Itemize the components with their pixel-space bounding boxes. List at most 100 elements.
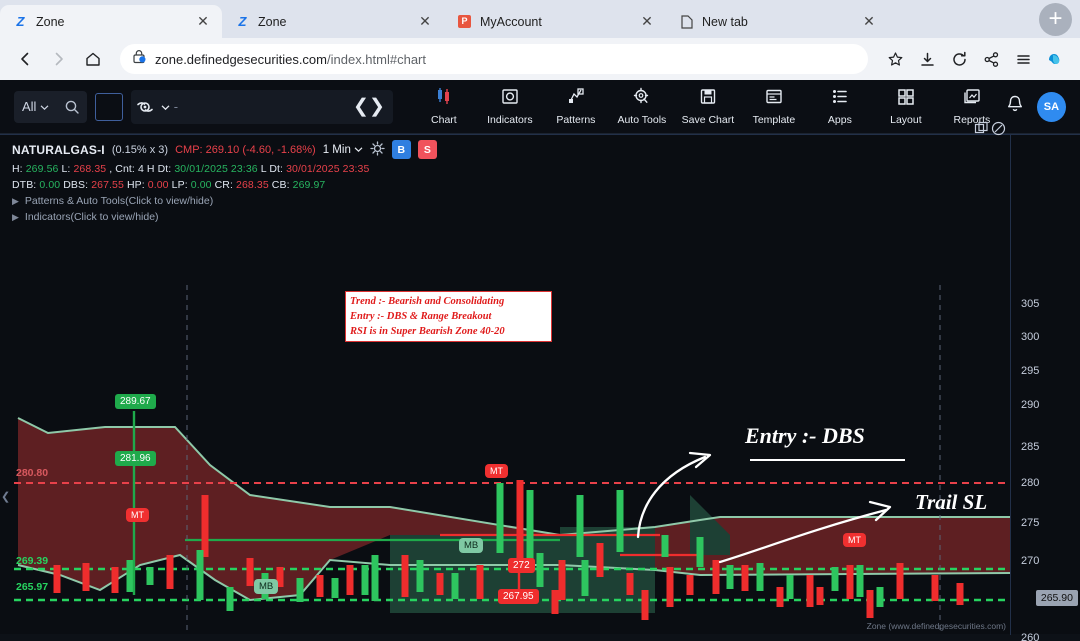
note-line-1: Trend :- Bearish and Consolidating (350, 296, 505, 307)
price-tick: 285 (1021, 441, 1040, 453)
hp-value: 0.00 (147, 179, 169, 191)
price-axis[interactable]: 305 300 295 290 285 280 275 270 265.90 2… (1010, 135, 1080, 641)
marker-mb-2: MB (459, 538, 484, 553)
close-icon[interactable]: ✕ (860, 13, 878, 31)
filter-label: All (22, 99, 37, 114)
chevron-right-icon: ▶ (12, 211, 19, 222)
z-logo-icon: Z (238, 14, 247, 29)
price-tick: 275 (1021, 517, 1040, 529)
buy-button[interactable]: B (391, 140, 411, 159)
star-icon[interactable] (880, 44, 910, 74)
marker-mb-1: MB (254, 579, 279, 594)
timeframe-dropdown[interactable]: 1 Min (323, 144, 363, 156)
dbs-value: 267.55 (91, 179, 124, 191)
collapse-panel-handle[interactable]: ❮ (1, 490, 10, 503)
chart-settings-icon[interactable] (370, 140, 385, 159)
chart-info-row-ohlc: H: 269.56 L: 268.35 , Cnt: 4 H Dt: 30/01… (12, 163, 370, 175)
chevron-right-icon: ▶ (12, 195, 19, 206)
patterns-toggle[interactable]: ▶ Patterns & Auto Tools(Click to view/hi… (12, 195, 1010, 207)
watermark: Zone (www.definedgesecurities.com) (866, 621, 1006, 631)
back-icon[interactable] (10, 44, 40, 74)
toolbar-item-layout[interactable]: Layout (873, 87, 939, 126)
price-tag-26795: 267.95 (498, 589, 539, 604)
filter-dropdown[interactable]: All (14, 91, 57, 123)
apps-icon (830, 87, 850, 111)
copilot-icon[interactable] (1040, 44, 1070, 74)
close-icon[interactable]: ✕ (638, 13, 656, 31)
low-datetime: 30/01/2025 23:35 (286, 163, 370, 175)
cr-value: 268.35 (236, 179, 269, 191)
reset-icon[interactable] (991, 121, 1006, 141)
toolbar-item-label: Auto Tools (617, 114, 667, 126)
sell-button[interactable]: S (417, 140, 437, 159)
annotation-entry-label: Entry :- DBS (745, 423, 865, 448)
forward-icon[interactable] (44, 44, 74, 74)
reload-icon[interactable] (944, 44, 974, 74)
price-tick: 295 (1021, 365, 1040, 377)
presentation-icon: P (457, 14, 472, 29)
toolbar-item-save-chart[interactable]: Save Chart (675, 87, 741, 126)
symbol-filter-group[interactable]: All (14, 90, 88, 123)
close-icon[interactable]: ✕ (416, 13, 434, 31)
notifications-icon[interactable] (1005, 94, 1025, 120)
toolbar-item-chart[interactable]: Chart (411, 87, 477, 126)
watchlist-toggle-button[interactable] (95, 92, 123, 121)
symbol-value: - (173, 99, 179, 114)
home-icon[interactable] (78, 44, 108, 74)
browser-tab-4[interactable]: New tab ✕ (666, 5, 888, 38)
prev-next-symbol[interactable]: ❮❯ (353, 95, 393, 118)
close-icon[interactable]: ✕ (194, 13, 212, 31)
level-label-support-1: 269.39 (16, 555, 49, 567)
toolbar-item-indicators[interactable]: Indicators (477, 87, 543, 126)
toolbar-item-auto-tools[interactable]: Auto Tools (609, 87, 675, 126)
browser-actions (880, 44, 1070, 74)
avatar[interactable]: SA (1036, 91, 1066, 122)
price-tick: 300 (1021, 331, 1040, 343)
chart-window-controls[interactable] (974, 121, 1006, 141)
patterns-toggle-label: Patterns & Auto Tools(Click to view/hide… (24, 195, 214, 207)
price-tick: 260 (1021, 632, 1040, 641)
marker-mt-3: MT (843, 533, 866, 547)
compare-icon[interactable] (131, 92, 161, 122)
page-icon (679, 14, 694, 29)
share-icon[interactable] (976, 44, 1006, 74)
new-tab-button[interactable]: + (1039, 3, 1072, 36)
download-icon[interactable] (912, 44, 942, 74)
search-icon[interactable] (57, 92, 87, 122)
browser-tab-2[interactable]: Z Zone ✕ (222, 5, 444, 38)
candlestick-icon (434, 87, 454, 111)
last-price-badge: 265.90 (1035, 590, 1078, 606)
toolbar-item-template[interactable]: Template (741, 87, 807, 126)
toolbar-item-label: Patterns (556, 114, 596, 126)
symbol-search-box[interactable]: - ❮❯ (130, 89, 393, 124)
price-tag-mid: 281.96 (115, 451, 156, 466)
marker-mt-1: MT (126, 508, 149, 522)
high-datetime: 30/01/2025 23:36 (174, 163, 258, 175)
price-tick: 270 (1021, 555, 1040, 567)
patterns-icon (566, 87, 586, 111)
dtb-value: 0.00 (39, 179, 61, 191)
chart-info-row-main: NATURALGAS-I (0.15% x 3) CMP: 269.10 (-4… (12, 140, 1010, 159)
browser-tab-3[interactable]: P MyAccount ✕ (444, 5, 666, 38)
chevron-down-icon (161, 98, 170, 116)
symbol-name: NATURALGAS-I (12, 142, 105, 157)
chart-info-row-levels: DTB: 0.00 DBS: 267.55 HP: 0.00 LP: 0.00 … (12, 179, 326, 191)
toolbar-item-label: Save Chart (681, 114, 735, 126)
auto-tools-icon (632, 87, 652, 111)
menu-icon[interactable] (1008, 44, 1038, 74)
timeframe-label: 1 Min (322, 143, 351, 156)
chevron-down-icon (40, 99, 49, 114)
indicators-toggle[interactable]: ▶ Indicators(Click to view/hide) (12, 211, 1010, 223)
expand-icon[interactable] (974, 121, 989, 141)
indicators-toggle-label: Indicators(Click to view/hide) (24, 211, 159, 223)
chart-area[interactable]: NATURALGAS-I (0.15% x 3) CMP: 269.10 (-4… (0, 121, 1080, 641)
toolbar-item-apps[interactable]: Apps (807, 87, 873, 126)
browser-tab-1[interactable]: Z Zone ✕ (0, 5, 222, 38)
toolbar-item-patterns[interactable]: Patterns (543, 87, 609, 126)
address-bar[interactable]: zone.definedgesecurities.com/index.html#… (120, 44, 868, 74)
toolbar-item-label: Apps (827, 114, 852, 126)
save-icon (698, 87, 718, 111)
chart-info-panel: NATURALGAS-I (0.15% x 3) CMP: 269.10 (-4… (0, 135, 1010, 223)
toolbar-item-label: Layout (890, 114, 922, 126)
level-label-support-2: 265.97 (16, 581, 49, 593)
